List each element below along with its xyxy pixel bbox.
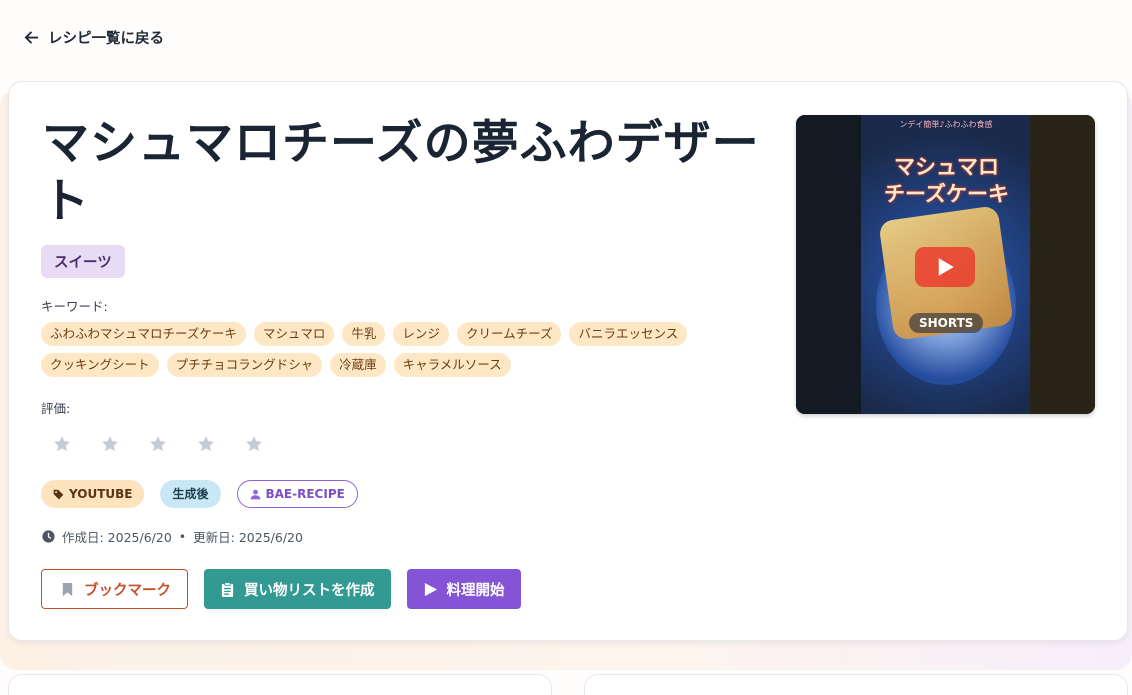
keyword-chip: バニラエッセンス [569,322,688,346]
start-cooking-button-label: 料理開始 [446,582,505,599]
play-icon [938,258,954,276]
source-tag: YOUTUBE [41,480,145,508]
shopping-list-button-label: 買い物リストを作成 [244,582,375,599]
tag-icon [53,489,64,499]
date-info: 作成日: 2025/6/20 • 更新日: 2025/6/20 [42,527,303,546]
arrow-left-icon [24,31,39,44]
date-separator: • [178,529,187,544]
keyword-chip: キャラメルソース [393,353,511,377]
user-icon [250,489,260,499]
keyword-chip: クッキングシート [41,353,159,377]
start-cooking-button[interactable]: 料理開始 [406,569,521,609]
keyword-list: ふわふわマシュマロチーズケーキ マシュマロ 牛乳 レンジ クリームチーズ バニラ… [41,322,771,377]
recipe-title: マシュマロチーズの夢ふわデザート [42,116,760,229]
back-to-list-link[interactable]: レシピ一覧に戻る [24,27,164,48]
created-date: 作成日: 2025/6/20 [62,530,172,545]
keyword-chip: ふわふわマシュマロチーズケーキ [41,322,246,346]
status-tag: 生成後 [160,480,221,508]
video-pillarbox-right [1030,115,1095,414]
clipboard-icon [221,581,234,597]
shorts-badge: SHORTS [909,313,984,333]
star-icon[interactable] [148,434,168,454]
video-overlay-caption: ンデイ簡単♪ふわふわ食感 [899,120,993,129]
keyword-chip: クリームチーズ [456,322,562,346]
keyword-chip: 牛乳 [342,322,386,346]
keywords-label: キーワード: [41,299,108,314]
category-badge: スイーツ [41,245,125,278]
play-icon [424,582,437,596]
source-tag-label: YOUTUBE [69,487,133,501]
secondary-card-right [584,674,1128,695]
video-pillarbox-left [796,115,861,414]
create-shopping-list-button[interactable]: 買い物リストを作成 [204,569,391,609]
video-overlay-title: マシュマロ チーズケーキ [864,153,1029,207]
back-link-label: レシピ一覧に戻る [48,31,164,47]
bookmark-button[interactable]: ブックマーク [41,569,188,609]
keyword-chip: マシュマロ [253,322,335,346]
clock-icon [42,530,55,543]
star-icon[interactable] [100,434,120,454]
updated-date: 更新日: 2025/6/20 [193,530,303,545]
recipe-detail-card: マシュマロチーズの夢ふわデザート スイーツ キーワード: ふわふわマシュマロチー… [8,81,1128,641]
action-buttons: ブックマーク 買い物リストを作成 料理開始 [41,569,521,609]
video-thumbnail[interactable]: ンデイ簡単♪ふわふわ食感 マシュマロ チーズケーキ SHORTS [796,115,1095,414]
bookmark-icon [62,582,73,596]
bookmark-button-label: ブックマーク [84,582,171,599]
keyword-chip: レンジ [393,322,449,346]
user-tag-label: BAE-RECIPE [265,487,345,501]
secondary-card-left [8,674,552,695]
video-overlay-title-line2: チーズケーキ [884,181,1009,206]
keyword-chip: 冷蔵庫 [330,353,386,377]
star-icon[interactable] [244,434,264,454]
video-overlay-title-line1: マシュマロ [894,154,999,179]
rating-stars [52,434,264,454]
video-play-button[interactable] [915,247,975,287]
star-icon[interactable] [52,434,72,454]
star-icon[interactable] [196,434,216,454]
tag-row: YOUTUBE 生成後 BAE-RECIPE [41,480,358,508]
user-tag[interactable]: BAE-RECIPE [236,480,358,508]
rating-label: 評価: [41,401,71,416]
keyword-chip: プチチョコラングドシャ [166,353,323,377]
